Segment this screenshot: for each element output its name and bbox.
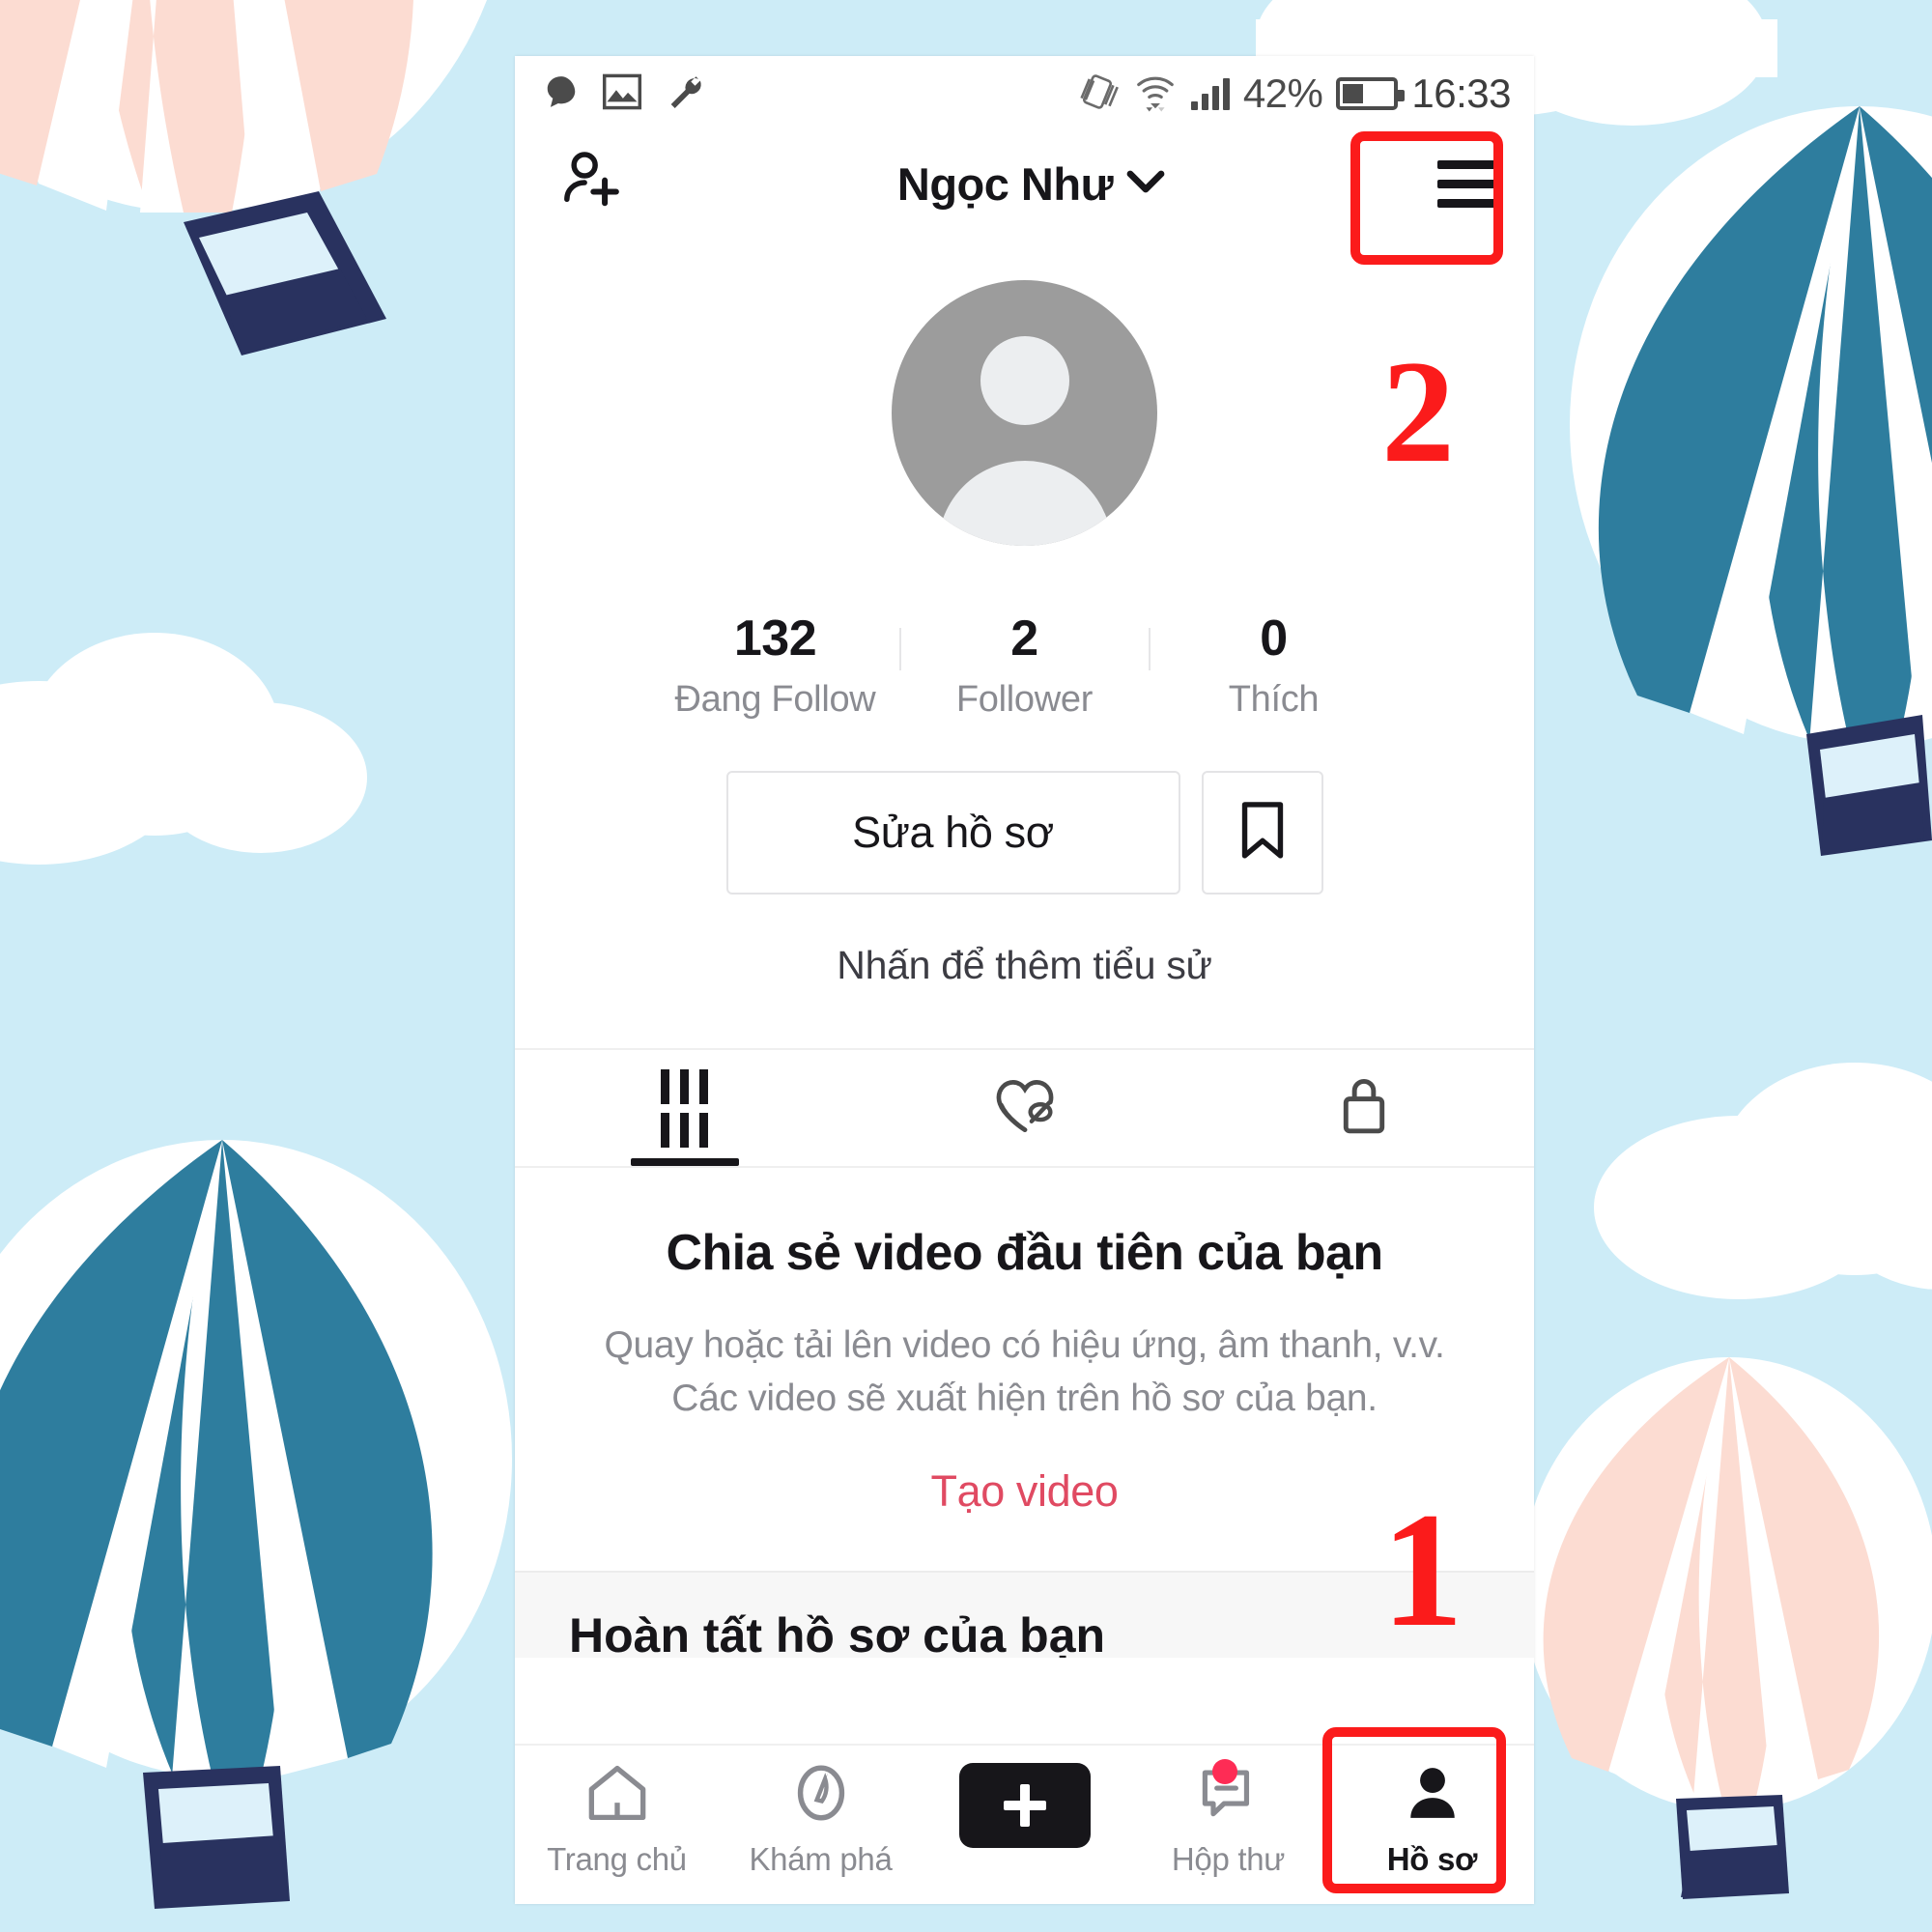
stat-followers[interactable]: 2 Follower	[901, 610, 1149, 721]
next-section-title: Hoàn tất hồ sơ của bạn	[569, 1607, 1106, 1658]
compass-icon	[791, 1763, 851, 1828]
stat-value: 132	[733, 611, 817, 667]
username-dropdown[interactable]: Ngọc Như	[897, 157, 1165, 211]
avatar-body	[937, 461, 1112, 546]
stats-row: 132 Đang Follow 2 Follower 0 Thích	[515, 610, 1534, 721]
create-video-link[interactable]: Tạo video	[582, 1466, 1466, 1517]
nav-item-profile[interactable]: Hồ sơ	[1330, 1763, 1534, 1878]
image-icon	[602, 73, 642, 115]
edit-profile-button[interactable]: Sửa hồ sơ	[725, 771, 1180, 895]
lock-icon	[1337, 1075, 1391, 1142]
content-tabs	[515, 1048, 1534, 1166]
tab-private[interactable]	[1194, 1050, 1534, 1166]
nav-item-discover[interactable]: Khám phá	[719, 1763, 923, 1878]
stat-label: Thích	[1228, 679, 1320, 720]
nav-item-home[interactable]: Trang chủ	[515, 1763, 719, 1878]
stat-likes[interactable]: 0 Thích	[1151, 610, 1398, 721]
wifi-icon	[1133, 70, 1178, 119]
hidden-liked-icon	[991, 1075, 1059, 1142]
rotation-lock-icon	[1075, 70, 1120, 119]
create-plus-icon[interactable]	[948, 1763, 1101, 1848]
avatar-head	[980, 336, 1069, 425]
annotation-step-2: 2	[1381, 330, 1455, 493]
stat-value: 2	[1010, 611, 1038, 667]
chat-bubble-icon	[542, 73, 581, 115]
empty-description: Quay hoặc tải lên video có hiệu ứng, âm …	[604, 1324, 1445, 1420]
nav-label: Trang chủ	[547, 1841, 687, 1877]
home-icon	[585, 1763, 649, 1828]
status-bar: 42% 16:33	[515, 56, 1534, 131]
nav-item-inbox[interactable]: Hộp thư	[1126, 1759, 1330, 1878]
nav-label: Hồ sơ	[1386, 1841, 1478, 1877]
bio-placeholder[interactable]: Nhấn để thêm tiểu sử	[515, 943, 1534, 988]
profile-header: Ngọc Như	[515, 131, 1534, 236]
annotation-step-1: 1	[1381, 1479, 1463, 1661]
tab-active-underline	[630, 1158, 739, 1166]
nav-item-create[interactable]	[923, 1763, 1126, 1861]
clock-label: 16:33	[1411, 71, 1511, 116]
grid-icon	[661, 1068, 709, 1148]
bookmark-icon	[1236, 800, 1290, 867]
stat-label: Follower	[955, 679, 1094, 720]
battery-icon	[1336, 77, 1406, 110]
wrench-icon	[664, 71, 706, 117]
tab-liked[interactable]	[855, 1050, 1195, 1166]
bookmark-button[interactable]	[1201, 771, 1323, 895]
signal-bars-icon	[1190, 77, 1230, 110]
avatar[interactable]	[892, 280, 1157, 546]
stat-following[interactable]: 132 Đang Follow	[652, 610, 899, 721]
nav-label: Khám phá	[749, 1841, 893, 1877]
stat-label: Đang Follow	[674, 679, 876, 720]
nav-label: Hộp thư	[1171, 1841, 1286, 1877]
username-label: Ngọc Như	[896, 157, 1114, 210]
person-icon	[1403, 1763, 1463, 1828]
chevron-down-icon	[1126, 168, 1165, 200]
battery-percent-label: 42%	[1242, 71, 1323, 116]
notification-badge	[1212, 1759, 1237, 1784]
empty-state: Chia sẻ video đầu tiên của bạn Quay hoặc…	[515, 1168, 1534, 1517]
stat-value: 0	[1260, 611, 1288, 667]
empty-title: Chia sẻ video đầu tiên của bạn	[666, 1225, 1384, 1281]
add-person-icon[interactable]	[559, 149, 625, 219]
bottom-nav: Trang chủ Khám phá Hộp thư Hồ sơ	[515, 1744, 1534, 1904]
hamburger-menu-button[interactable]	[1437, 159, 1501, 208]
profile-actions: Sửa hồ sơ	[515, 771, 1534, 895]
tab-videos[interactable]	[515, 1050, 855, 1166]
